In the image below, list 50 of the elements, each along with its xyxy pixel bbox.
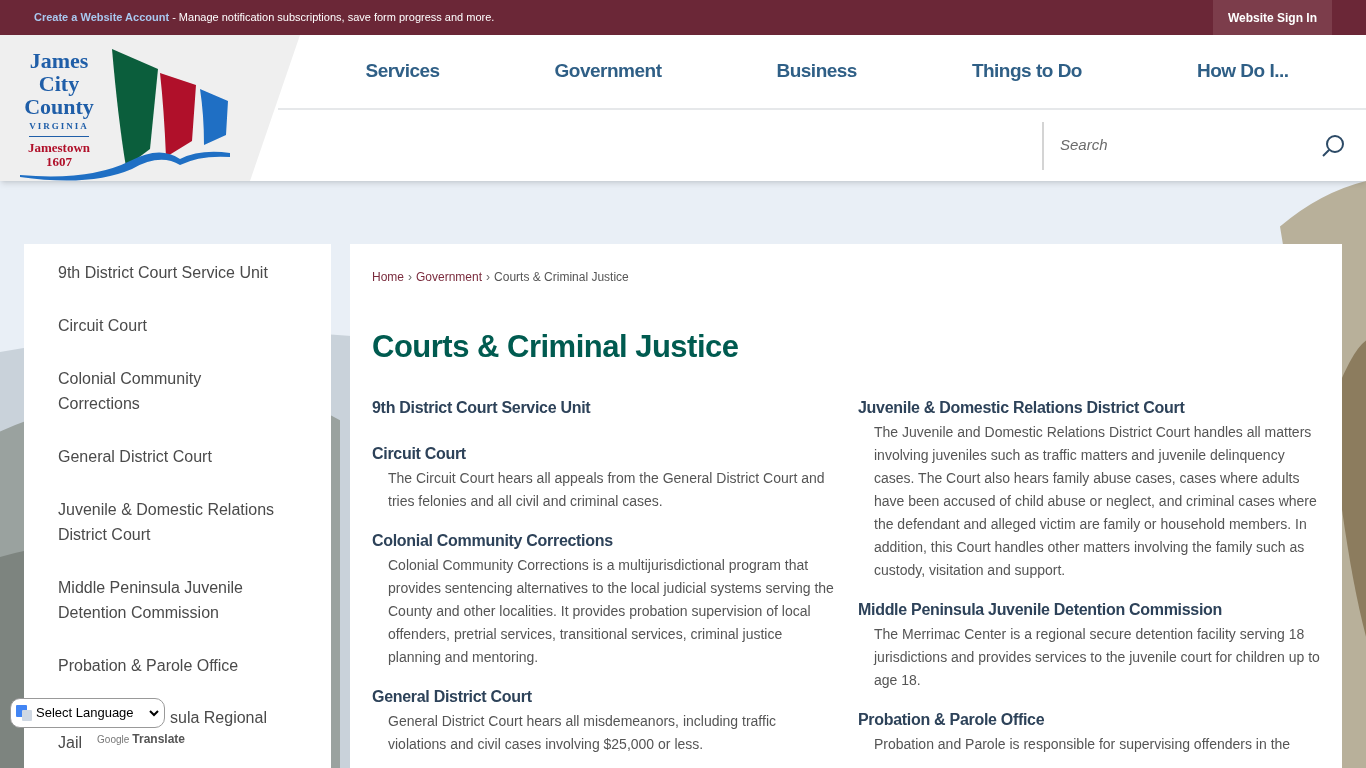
logo-text: County: [24, 95, 94, 118]
nav-link[interactable]: How Do I...: [1196, 57, 1289, 86]
sidebar-link[interactable]: Middle Peninsula Juvenile Detention Commission: [58, 575, 281, 625]
nav-link[interactable]: Things to Do: [971, 57, 1082, 86]
sidebar-link[interactable]: sula Regional: [170, 709, 267, 727]
section-description: General District Court hears all misdemeanors, including traffic violations and civil cases involving $25,000 or less.: [387, 711, 777, 754]
section-description: Colonial Community Corrections is a multijurisdictional program that provides sentencing alternatives to the local judicial systems serving the County and other localities. It provides probation supervision of local offenders, pretrial services, transitional services, criminal justice planning and mentoring.: [387, 555, 834, 667]
search-field[interactable]: Search: [1060, 134, 1320, 157]
section-heading[interactable]: Probation & Parole Office: [858, 708, 1320, 731]
account-message: Create a Website Account - Manage notification subscriptions, save form progress and more.: [34, 10, 495, 26]
section-heading[interactable]: Juvenile & Domestic Relations District Court: [858, 396, 1320, 419]
language-select-label: Select Language: [36, 704, 135, 723]
create-account-link[interactable]: Create a Website Account: [34, 11, 170, 24]
section-heading[interactable]: 9th District Court Service Unit: [372, 396, 834, 419]
nav-link[interactable]: Services: [365, 57, 440, 86]
sidebar-link[interactable]: 9th District Court Service Unit: [58, 260, 281, 285]
section-description: Probation and Parole is responsible for supervising offenders in the: [873, 734, 1292, 754]
section-heading[interactable]: Colonial Community Corrections: [372, 529, 834, 552]
section-heading[interactable]: Middle Peninsula Juvenile Detention Commission: [858, 598, 1320, 621]
translate-icon: [16, 705, 32, 721]
breadcrumb-separator: ›: [486, 269, 491, 286]
logo-text: 1607: [46, 154, 72, 169]
sidebar-link[interactable]: Juvenile & Domestic Relations District Court: [58, 497, 281, 547]
search-icon[interactable]: [1320, 132, 1346, 159]
breadcrumb-link[interactable]: Government: [416, 268, 483, 286]
logo-text: VIRGINIA: [29, 120, 89, 137]
translate-label: Translate: [132, 731, 185, 748]
sidebar-link[interactable]: General District Court: [58, 444, 281, 469]
section-description: The Merrimac Center is a regional secure detention facility serving 18 jurisdictions and provides services to the juvenile court for children up to age 18.: [872, 624, 1320, 690]
google-logo-text: Google: [97, 732, 130, 747]
breadcrumb-current: Courts & Criminal Justice: [494, 269, 629, 286]
sidebar-link[interactable]: Probation & Parole Office: [58, 653, 281, 678]
sidebar-link[interactable]: Jail: [58, 734, 82, 752]
breadcrumb-link[interactable]: Home: [372, 268, 404, 286]
sign-in-button[interactable]: Website Sign In: [1212, 0, 1332, 35]
sidebar-link[interactable]: Circuit Court: [58, 313, 281, 338]
page-title: Courts & Criminal Justice: [372, 328, 740, 366]
section-heading[interactable]: Circuit Court: [372, 442, 834, 465]
chevron-down-icon: [149, 709, 159, 717]
nav-link[interactable]: Business: [776, 57, 857, 86]
logo-text: James: [29, 49, 89, 72]
section-description: The Juvenile and Domestic Relations District Court handles all matters involving juveniles such as traffic matters and juvenile delinquency cases. The Court also hears family abuse cases, cases where adults have been accused of child abuse or neglect, and criminal cases where the defendant and alleged victim are family or household members. In addition, this Court handles other matters involving the family such as custody, visitation and support.: [873, 422, 1318, 580]
language-select[interactable]: Select Language: [10, 698, 165, 728]
sidebar-link[interactable]: Colonial Community Corrections: [58, 366, 281, 416]
breadcrumb-separator: ›: [408, 269, 412, 286]
section-heading[interactable]: General District Court: [372, 685, 834, 708]
logo-text: City: [38, 72, 80, 95]
nav-link[interactable]: Government: [554, 57, 662, 86]
logo-text: Jamestown: [27, 140, 91, 155]
section-description: The Circuit Court hears all appeals from the General District Court and tries felonies and all civil and criminal cases.: [387, 468, 826, 511]
